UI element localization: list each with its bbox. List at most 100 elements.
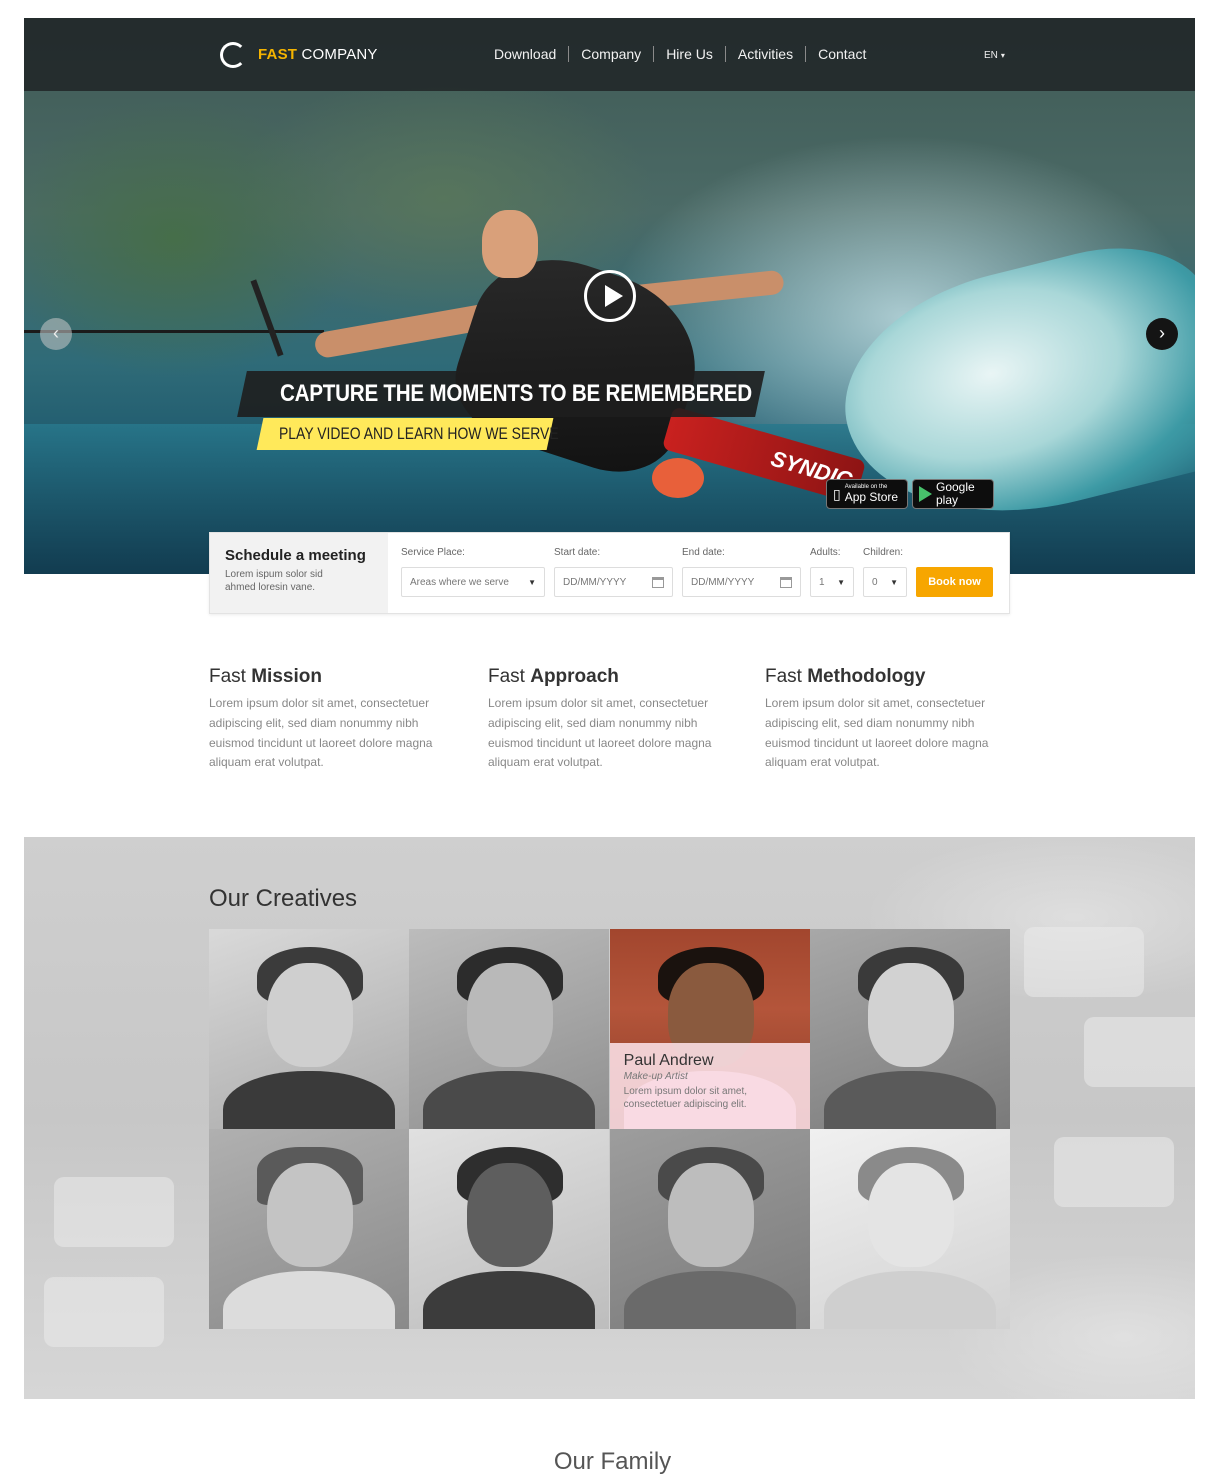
- team-member-card[interactable]: [809, 1129, 1010, 1329]
- booking-intro: Schedule a meeting Lorem ispum solor sid…: [210, 533, 388, 613]
- team-member-card[interactable]: [209, 1129, 409, 1329]
- google-play-icon: [919, 486, 932, 502]
- children-value: 0: [872, 576, 878, 588]
- feature-prefix: Fast: [488, 666, 531, 687]
- portrait-face: [867, 1163, 954, 1267]
- member-info-overlay: Paul Andrew Make-up Artist Lorem ipsum d…: [609, 1043, 810, 1129]
- calendar-icon[interactable]: [652, 576, 664, 588]
- hero-subline[interactable]: PLAY VIDEO AND LEARN HOW WE SERVE: [279, 424, 559, 444]
- app-store-label: App Store: [844, 490, 899, 504]
- adults-select[interactable]: 1 ▼: [810, 567, 854, 597]
- portrait-body: [423, 1271, 596, 1329]
- portrait-body: [223, 1271, 395, 1329]
- main-menu: Download Company Hire Us Activities Cont…: [494, 46, 866, 62]
- feature-prefix: Fast: [765, 666, 808, 687]
- member-role: Make-up Artist: [623, 1071, 688, 1082]
- feature-title: Fast Methodology: [765, 666, 1017, 688]
- creatives-title: Our Creatives: [209, 885, 358, 912]
- portrait-face: [667, 1163, 754, 1267]
- feature-bold: Mission: [251, 666, 322, 687]
- feature-methodology: Fast Methodology Lorem ipsum dolor sit a…: [765, 666, 1017, 773]
- booking-form: Schedule a meeting Lorem ispum solor sid…: [209, 532, 1010, 614]
- slider-next-button[interactable]: ›: [1146, 318, 1178, 350]
- app-store-button[interactable]: ▯ Available on the App Store: [826, 479, 908, 509]
- team-member-card[interactable]: [609, 1129, 810, 1329]
- nav-activities[interactable]: Activities: [738, 46, 793, 62]
- portrait-face: [467, 963, 554, 1067]
- start-date-placeholder: DD/MM/YYYY: [563, 576, 627, 588]
- feature-text: Lorem ipsum dolor sit amet, consectetuer…: [765, 696, 989, 770]
- end-date-placeholder: DD/MM/YYYY: [691, 576, 755, 588]
- nav-hire-us[interactable]: Hire Us: [666, 46, 713, 62]
- portrait-body: [823, 1271, 996, 1329]
- chevron-down-icon: ▾: [1000, 51, 1005, 60]
- team-member-card[interactable]: [409, 929, 610, 1129]
- feature-text: Lorem ipsum dolor sit amet, consectetuer…: [488, 696, 712, 770]
- keyboard-key: [1054, 1137, 1174, 1207]
- nav-download[interactable]: Download: [494, 46, 556, 62]
- skier-head: [482, 210, 538, 278]
- feature-bold: Approach: [530, 666, 619, 687]
- brand-rest: COMPANY: [297, 46, 378, 63]
- chevron-right-icon: ›: [1159, 323, 1165, 343]
- buoy: [652, 458, 704, 498]
- portrait-body: [223, 1071, 395, 1129]
- nav-divider: [653, 46, 655, 62]
- creatives-section: Our Creatives Paul Andrew Make-up Artist…: [24, 837, 1195, 1399]
- feature-prefix: Fast: [209, 666, 252, 687]
- play-video-button[interactable]: [584, 270, 636, 322]
- team-grid: Paul Andrew Make-up Artist Lorem ipsum d…: [209, 929, 1010, 1329]
- service-place-select[interactable]: Areas where we serve ▼: [401, 567, 545, 597]
- portrait-face: [267, 1163, 353, 1267]
- calendar-icon[interactable]: [780, 576, 792, 588]
- keyboard-key: [1084, 1017, 1195, 1087]
- adults-label: Adults:: [810, 547, 841, 558]
- chevron-down-icon: ▼: [528, 577, 536, 587]
- member-description: Lorem ipsum dolor sit amet, consectetuer…: [623, 1086, 748, 1110]
- portrait-body: [423, 1071, 596, 1129]
- portrait-face: [467, 1163, 554, 1267]
- family-title: Our Family: [553, 1448, 672, 1475]
- nav-divider: [568, 46, 570, 62]
- booking-title: Schedule a meeting: [225, 547, 366, 564]
- keyboard-key: [54, 1177, 174, 1247]
- team-member-card[interactable]: [209, 929, 409, 1129]
- team-member-card[interactable]: [809, 929, 1010, 1129]
- slider-prev-button[interactable]: ‹: [40, 318, 72, 350]
- top-navigation: FAST COMPANY Download Company Hire Us Ac…: [24, 18, 1195, 91]
- phone-icon: ▯: [833, 485, 841, 502]
- team-member-card[interactable]: [409, 1129, 610, 1329]
- language-selector[interactable]: EN ▾: [984, 50, 1005, 61]
- booking-description: Lorem ispum solor sid ahmed loresin vane…: [225, 569, 323, 593]
- logo-icon[interactable]: [220, 42, 246, 68]
- portrait-body: [823, 1071, 996, 1129]
- adults-value: 1: [819, 576, 825, 588]
- hero-headline: CAPTURE THE MOMENTS TO BE REMEMBERED: [280, 380, 752, 407]
- book-now-button[interactable]: Book now: [916, 567, 993, 597]
- nav-divider: [805, 46, 807, 62]
- chevron-down-icon: ▼: [890, 577, 898, 587]
- keyboard-key: [44, 1277, 164, 1347]
- google-play-label: Google play: [936, 480, 975, 507]
- portrait-face: [867, 963, 954, 1067]
- end-date-input[interactable]: DD/MM/YYYY: [682, 567, 801, 597]
- nav-company[interactable]: Company: [581, 46, 641, 62]
- service-place-label: Service Place:: [401, 547, 465, 558]
- feature-title: Fast Approach: [488, 666, 740, 688]
- member-name: Paul Andrew: [623, 1052, 714, 1069]
- rope-handle: [250, 279, 284, 357]
- nav-contact[interactable]: Contact: [818, 46, 866, 62]
- brand-strong: FAST: [258, 46, 298, 63]
- team-member-card-active[interactable]: Paul Andrew Make-up Artist Lorem ipsum d…: [609, 929, 810, 1129]
- hero-slider: SYNDIC FAST COMPANY Download Company Hir…: [24, 18, 1195, 574]
- start-date-label: Start date:: [554, 547, 601, 558]
- end-date-label: End date:: [682, 547, 725, 558]
- children-select[interactable]: 0 ▼: [863, 567, 907, 597]
- service-place-value: Areas where we serve: [410, 576, 509, 588]
- google-play-button[interactable]: Google play: [912, 479, 994, 509]
- chevron-left-icon: ‹: [53, 323, 59, 343]
- feature-title: Fast Mission: [209, 666, 461, 688]
- feature-approach: Fast Approach Lorem ipsum dolor sit amet…: [488, 666, 740, 773]
- brand-logo-text[interactable]: FAST COMPANY: [258, 46, 378, 63]
- start-date-input[interactable]: DD/MM/YYYY: [554, 567, 673, 597]
